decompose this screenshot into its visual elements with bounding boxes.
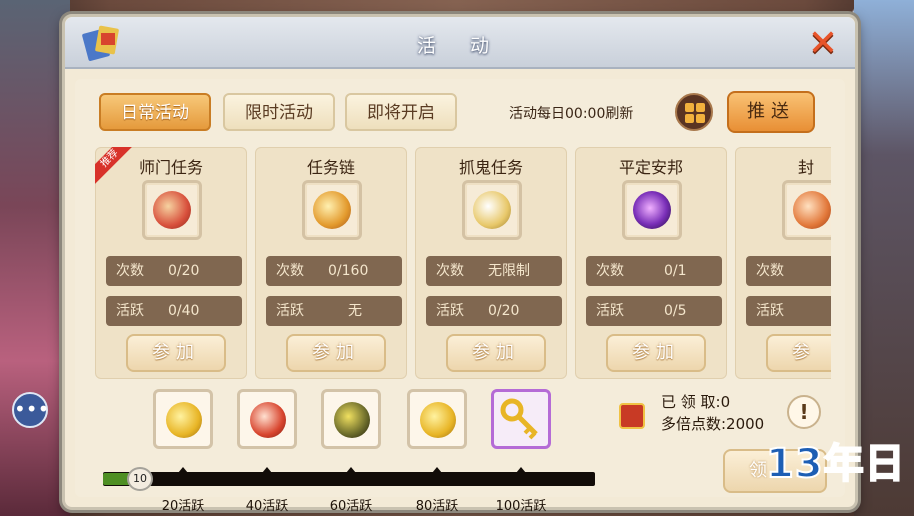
claimed-count: 已 领 取:0 <box>661 393 731 411</box>
activity-dialog: 活 动 ✕ 日常活动 限时活动 即将开启 活动每日00:00刷新 推送 推荐 师… <box>62 14 858 514</box>
dialog-title: 活 动 <box>416 35 504 57</box>
milestone-marker <box>432 467 442 473</box>
dark-gem-icon <box>334 402 370 438</box>
gold-coin-icon <box>420 402 456 438</box>
golden-key-icon <box>500 398 538 440</box>
milestone-marker <box>178 467 188 473</box>
milestone-label: 20活跃 <box>161 499 205 514</box>
reward-box-100[interactable] <box>491 389 551 449</box>
activity-name: 封 <box>798 158 815 177</box>
red-orb-icon <box>250 402 286 438</box>
tab-upcoming[interactable]: 即将开启 <box>345 93 457 131</box>
pacify-orb-icon <box>622 180 682 240</box>
progress-value: 10 <box>127 467 153 491</box>
join-button[interactable]: 参 <box>766 334 831 372</box>
join-button[interactable]: 参加 <box>286 334 386 372</box>
activity-card: 推荐 师门任务 次数 0/20 活跃 0/40 参加 <box>95 147 247 379</box>
reward-box-80[interactable] <box>407 389 467 449</box>
game-world-left <box>0 0 70 516</box>
milestone-label: 60活跃 <box>329 499 373 514</box>
reward-box-40[interactable] <box>237 389 297 449</box>
join-button[interactable]: 参加 <box>126 334 226 372</box>
chat-bubble-icon[interactable]: ••• <box>12 392 49 428</box>
tab-daily[interactable]: 日常活动 <box>99 93 211 131</box>
task-chain-icon <box>302 180 362 240</box>
dialog-body: 日常活动 限时活动 即将开启 活动每日00:00刷新 推送 推荐 师门任务 次数… <box>75 79 845 514</box>
milestone-label: 100活跃 <box>495 499 547 514</box>
active-row: 活跃 0/5 <box>586 296 722 326</box>
watermark-logo: 13年日 <box>765 440 906 488</box>
reward-box-20[interactable] <box>153 389 213 449</box>
close-icon[interactable]: ✕ <box>805 26 841 63</box>
push-button[interactable]: 推送 <box>727 91 815 133</box>
active-row: 活跃 0/40 <box>106 296 242 326</box>
grid-menu-icon[interactable] <box>675 93 713 131</box>
shimen-task-icon <box>142 180 202 240</box>
gold-coin-icon <box>166 402 202 438</box>
activity-card: 抓鬼任务 次数 无限制 活跃 0/20 参加 <box>415 147 567 379</box>
milestone-marker <box>262 467 272 473</box>
multiplier-gift-icon <box>619 403 645 429</box>
title-bar: 活 动 ✕ <box>65 17 855 69</box>
refresh-notice: 活动每日00:00刷新 <box>509 106 634 122</box>
info-icon[interactable]: ! <box>787 395 821 429</box>
join-button[interactable]: 参加 <box>606 334 706 372</box>
activity-list: 推荐 师门任务 次数 0/20 活跃 0/40 参加 任务链 次数 0/160 … <box>95 147 831 381</box>
activity-card: 封 次数 活跃 参 <box>735 147 831 379</box>
count-row: 次数 0/1 <box>586 256 722 286</box>
activity-card: 平定安邦 次数 0/1 活跃 0/5 参加 <box>575 147 727 379</box>
activity-name: 平定安邦 <box>618 158 683 177</box>
milestone-marker <box>516 467 526 473</box>
active-row: 活跃无 <box>266 296 402 326</box>
reward-box-60[interactable] <box>321 389 381 449</box>
active-row: 活跃 <box>746 296 831 326</box>
tab-limited[interactable]: 限时活动 <box>223 93 335 131</box>
join-button[interactable]: 参加 <box>446 334 546 372</box>
count-row: 次数 无限制 <box>426 256 562 286</box>
activity-card: 任务链 次数 0/160 活跃无 参加 <box>255 147 407 379</box>
milestone-marker <box>346 467 356 473</box>
activity-name: 抓鬼任务 <box>458 158 523 177</box>
active-row: 活跃 0/20 <box>426 296 562 326</box>
count-row: 次数 <box>746 256 831 286</box>
activity-name: 师门任务 <box>138 158 203 177</box>
activity-name: 任务链 <box>306 158 355 177</box>
count-row: 次数 0/160 <box>266 256 402 286</box>
seal-activity-icon <box>782 180 831 240</box>
ghost-hunt-icon <box>462 180 522 240</box>
milestone-label: 80活跃 <box>415 499 459 514</box>
count-row: 次数 0/20 <box>106 256 242 286</box>
multi-points: 多倍点数:2000 <box>661 415 765 433</box>
activity-progress-bar <box>103 472 595 486</box>
milestone-label: 40活跃 <box>245 499 289 514</box>
